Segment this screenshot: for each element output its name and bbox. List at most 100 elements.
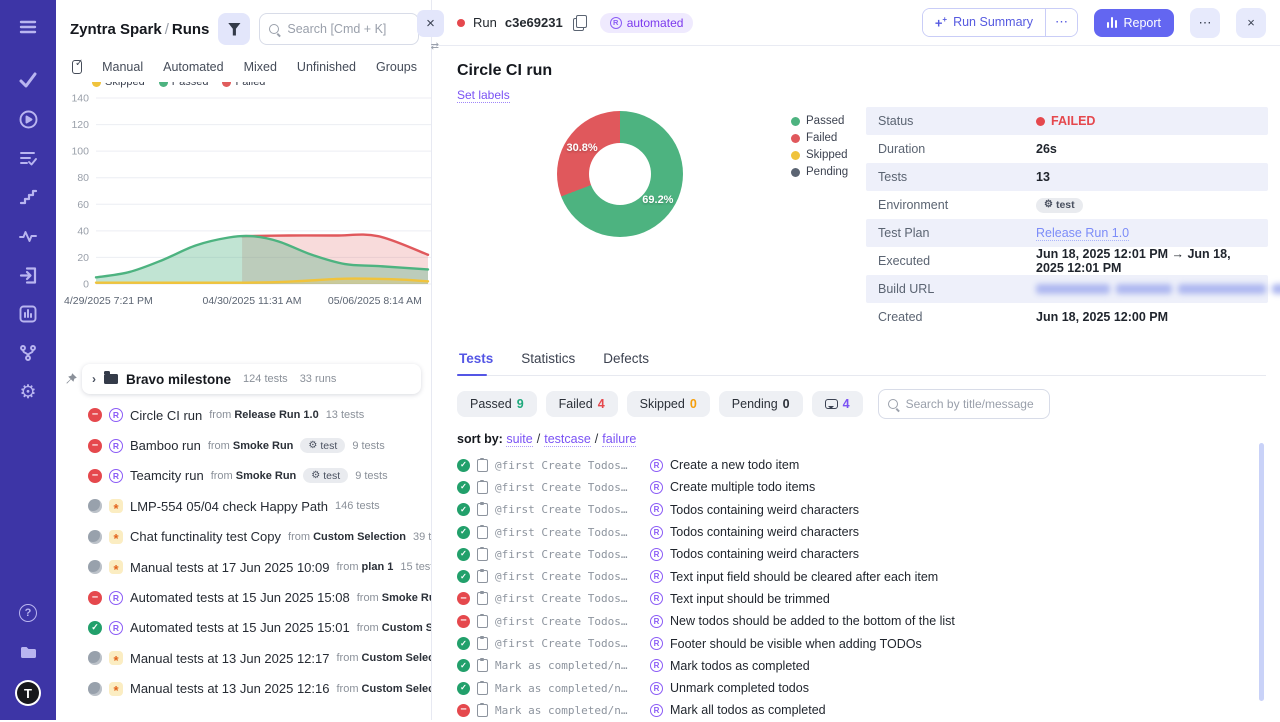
filter-button[interactable]	[218, 13, 250, 45]
run-tests-count: 9 tests	[352, 440, 384, 452]
close-run-button[interactable]: ×	[1236, 8, 1266, 38]
runs-search-input[interactable]	[287, 22, 410, 36]
status-filter-pill[interactable]: Failed 4	[546, 391, 618, 417]
runs-filter-tab[interactable]: Automated	[163, 60, 223, 74]
sort-by-testcase[interactable]: testcase	[544, 432, 591, 447]
reports-icon[interactable]	[17, 303, 39, 325]
status-filter-pill[interactable]: Skipped 0	[627, 391, 710, 417]
test-suite-name: @first Create Todos…	[495, 459, 643, 472]
run-status-icon	[88, 469, 102, 483]
clipboard-icon	[477, 459, 488, 472]
test-row[interactable]: Mark as completed/n… Mark todos as compl…	[457, 655, 1280, 677]
more-button[interactable]: ⋯	[1190, 8, 1220, 38]
donut-slice-label: 30.8%	[567, 142, 598, 154]
automated-icon	[650, 526, 663, 539]
tests-search-input[interactable]	[906, 397, 1041, 411]
test-status-icon	[457, 503, 470, 516]
status-filter-pill[interactable]: Passed 9	[457, 391, 537, 417]
clipboard-icon	[477, 637, 488, 650]
run-list-item[interactable]: Bamboo run from Smoke Run ⚙test 9 tests	[56, 430, 431, 460]
info-label: Created	[878, 310, 1036, 324]
test-row[interactable]: @first Create Todos… Footer should be vi…	[457, 632, 1280, 654]
runs-filter-tab[interactable]: Groups	[376, 60, 417, 74]
copy-icon[interactable]	[573, 15, 586, 30]
test-plan-link[interactable]: Release Run 1.0	[1036, 226, 1129, 241]
run-summary-button[interactable]: ++ Run Summary	[923, 9, 1045, 36]
comments-filter-pill[interactable]: 4	[812, 391, 863, 417]
svg-text:20: 20	[77, 252, 89, 264]
runs-filter-tab[interactable]: Mixed	[244, 60, 277, 74]
test-row[interactable]: @first Create Todos… Text input should b…	[457, 588, 1280, 610]
sparkle-plus-icon: ++	[935, 15, 947, 30]
runs-search[interactable]	[259, 13, 419, 45]
plans-icon[interactable]	[17, 147, 39, 169]
help-icon[interactable]: ?	[17, 602, 39, 624]
milestone-folder[interactable]: › Bravo milestone 124 tests 33 runs	[82, 364, 421, 394]
info-label: Status	[878, 114, 1036, 128]
projects-icon[interactable]	[17, 641, 39, 663]
detail-tab[interactable]: Statistics	[519, 347, 577, 375]
test-row[interactable]: @first Create Todos… Todos containing we…	[457, 521, 1280, 543]
test-row[interactable]: @first Create Todos… Create a new todo i…	[457, 454, 1280, 476]
branches-icon[interactable]	[17, 342, 39, 364]
run-list-item[interactable]: Chat functinality test Copy from Custom …	[56, 522, 431, 552]
tests-search[interactable]	[878, 389, 1050, 419]
breadcrumb-project[interactable]: Zyntra Spark	[70, 21, 162, 38]
filter-icon	[228, 23, 241, 36]
settings-icon[interactable]: ⚙	[17, 381, 39, 403]
detail-tab[interactable]: Defects	[601, 347, 651, 375]
run-type-icon	[109, 408, 123, 422]
runs-filter-tab[interactable]: Manual	[102, 60, 143, 74]
run-list-item[interactable]: Automated tests at 15 Jun 2025 15:01 fro…	[56, 613, 431, 643]
run-list-item[interactable]: Teamcity run from Smoke Run ⚙test 9 test…	[56, 461, 431, 491]
run-list-item[interactable]: Circle CI run from Release Run 1.0 13 te…	[56, 400, 431, 430]
test-row[interactable]: @first Create Todos… Create multiple tod…	[457, 476, 1280, 498]
run-status-icon	[88, 682, 102, 696]
tests-icon[interactable]	[17, 69, 39, 91]
runs-list: › Bravo milestone 124 tests 33 runs Circ…	[56, 330, 431, 704]
milestones-icon[interactable]	[17, 186, 39, 208]
svg-text:80: 80	[77, 172, 89, 184]
runs-icon[interactable]	[17, 108, 39, 130]
report-button[interactable]: Report	[1094, 9, 1174, 37]
select-runs-icon[interactable]	[72, 60, 82, 74]
run-list-item[interactable]: Manual tests at 13 Jun 2025 12:17 from C…	[56, 643, 431, 673]
run-list-item[interactable]: Automated tests at 15 Jun 2025 15:08 fro…	[56, 582, 431, 612]
test-row[interactable]: Mark as completed/n… Mark all todos as c…	[457, 699, 1280, 721]
run-name: Bamboo run	[130, 438, 201, 453]
sort-by-failure[interactable]: failure	[602, 432, 636, 447]
run-list-item[interactable]: Manual tests at 13 Jun 2025 12:16 from C…	[56, 674, 431, 704]
sort-by-suite[interactable]: suite	[506, 432, 532, 447]
panel-close-button[interactable]: ×	[417, 10, 444, 37]
hamburger-icon[interactable]	[17, 16, 39, 38]
analytics-icon[interactable]	[17, 225, 39, 247]
detail-tab[interactable]: Tests	[457, 347, 495, 375]
donut-legend-item: Pending	[791, 166, 848, 178]
info-value: 26s	[1036, 142, 1057, 156]
run-status-icon	[88, 651, 102, 665]
info-row: Test Plan Release Run 1.0	[866, 219, 1268, 247]
automated-badge[interactable]: automated	[600, 13, 694, 33]
status-filter-pill[interactable]: Pending 0	[719, 391, 803, 417]
panel-collapse-icon[interactable]: ⇄	[431, 41, 439, 52]
run-list-item[interactable]: LMP-554 05/04 check Happy Path 146 tests	[56, 491, 431, 521]
pulls-icon[interactable]	[17, 264, 39, 286]
test-row[interactable]: @first Create Todos… Todos containing we…	[457, 543, 1280, 565]
logo-icon[interactable]: T	[15, 680, 41, 706]
runs-filter-tab[interactable]: Unfinished	[297, 60, 356, 74]
run-type-icon	[109, 591, 123, 605]
chevron-right-icon[interactable]: ›	[92, 372, 96, 386]
scrollbar-thumb[interactable]	[1259, 443, 1264, 701]
test-row[interactable]: @first Create Todos… New todos should be…	[457, 610, 1280, 632]
test-row[interactable]: Mark as completed/n… Unmark completed to…	[457, 677, 1280, 699]
run-status-icon	[88, 560, 102, 574]
test-row[interactable]: @first Create Todos… Todos containing we…	[457, 499, 1280, 521]
pin-icon[interactable]	[64, 372, 78, 386]
run-source: from Custom Selection	[288, 531, 406, 543]
run-list-item[interactable]: Manual tests at 17 Jun 2025 10:09 from p…	[56, 552, 431, 582]
run-summary-more-button[interactable]: ⋯	[1045, 9, 1077, 36]
breadcrumb-page: Runs	[172, 21, 210, 38]
test-row[interactable]: @first Create Todos… Text input field sh…	[457, 565, 1280, 587]
run-status-icon	[88, 499, 102, 513]
set-labels-link[interactable]: Set labels	[457, 88, 510, 103]
